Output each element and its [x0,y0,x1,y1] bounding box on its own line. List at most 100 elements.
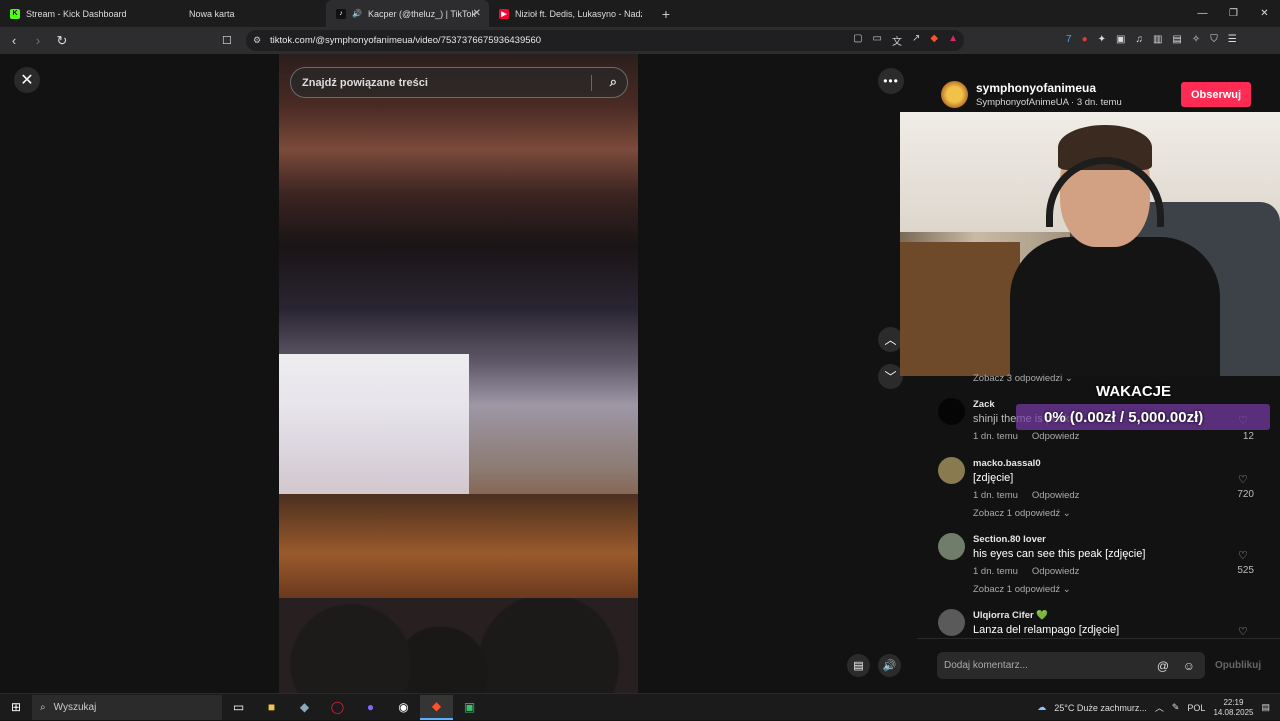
close-tab-icon[interactable]: ✕ [473,8,481,19]
taskbar-search[interactable]: ⌕ Wyszukaj [32,694,222,720]
tab-title: Nowa karta [189,8,235,19]
file-explorer-icon[interactable]: ■ [255,700,288,714]
close-video-button[interactable]: ✕ [14,67,40,93]
clock[interactable]: 22:19 14.08.2025 [1213,698,1253,718]
opera-icon[interactable]: ◯ [321,700,354,714]
like-icon[interactable]: ♡ [1238,549,1248,562]
screenshot-icon[interactable]: ▣ [1116,34,1125,45]
reload-icon[interactable]: ↻ [52,33,72,49]
comment-text: his eyes can see this peak [zdjęcie] [973,548,1146,560]
webcam-overlay [900,112,1280,376]
cast-icon[interactable]: ▭ [873,33,882,48]
sidebar-icon[interactable]: ▥ [1153,34,1162,45]
tab-kick[interactable]: K Stream - Kick Dashboard [0,0,163,27]
weather-text[interactable]: 25°C Duże zachmurz... [1054,703,1147,713]
mention-icon[interactable]: @ [1157,659,1169,673]
url-field[interactable]: ⚙ tiktok.com/@symphonyofanimeua/video/75… [246,30,964,51]
reply-link[interactable]: Odpowiedz [1032,490,1080,501]
comment-avatar[interactable] [938,533,965,560]
close-icon: ✕ [20,72,34,89]
see-replies-link[interactable]: Zobacz 1 odpowiedź ⌄ [973,584,1071,595]
new-tab-button[interactable]: + [654,6,678,22]
comment-author[interactable]: Section.80 lover [973,534,1046,545]
system-tray: ☁ 25°C Duże zachmurz... ︿ ✎ POL 22:19 14… [1037,694,1280,721]
author-avatar[interactable] [941,81,968,108]
minimize-button[interactable]: — [1187,0,1218,27]
discord-icon[interactable]: ● [354,700,387,714]
comment-meta: 1 dn. temu Odpowiedz [973,566,1079,577]
like-count: 12 [1242,431,1254,442]
reply-link[interactable]: Odpowiedz [1032,431,1080,442]
tiktok-icon: ♪ [336,8,346,19]
like-icon[interactable]: ♡ [1238,625,1248,638]
chevron-down-icon: ﹀ [884,370,897,384]
brave-browser-icon[interactable]: ◆ [420,694,453,720]
like-count: 525 [1237,565,1254,576]
extension-icon[interactable]: 7 [1066,34,1072,45]
menu-icon[interactable]: ☰ [1228,34,1237,45]
network-icon[interactable]: ✎ [1172,702,1180,713]
follow-button[interactable]: Obserwuj [1181,82,1251,107]
tab-tiktok[interactable]: ♪ 🔊 Kacper (@theluz_) | TikTok ✕ [326,0,489,27]
windows-start-icon[interactable]: ⊞ [0,700,32,714]
tab-title: Nizioł ft. Dedis, Lukasyno - Nadzieja [515,8,642,19]
comment-placeholder: Dodaj komentarz... [944,660,1028,671]
site-info-icon[interactable]: ⚙ [253,35,261,46]
close-window-button[interactable]: ✕ [1249,0,1280,27]
tray-overflow-icon[interactable]: ︿ [1155,701,1164,714]
obs-icon[interactable]: ◉ [387,700,420,714]
see-replies-link[interactable]: Zobacz 1 odpowiedź ⌄ [973,508,1071,519]
comment-input[interactable]: Dodaj komentarz... @ ☺ [937,652,1205,679]
url-actions: ▢ ▭ 文 ↗ ◆ ▲ [853,33,958,48]
extensions-icon[interactable]: ✦ [1098,34,1106,45]
task-view-icon[interactable]: ▭ [222,700,255,714]
address-bar-row: ‹ › ↻ ☐ ⚙ tiktok.com/@symphonyofanimeua/… [0,27,1280,54]
captions-button[interactable]: ▤ [847,654,870,677]
app-icon[interactable]: ◆ [288,700,321,714]
tab-youtube[interactable]: ▶ Nizioł ft. Dedis, Lukasyno - Nadzieja [489,0,652,27]
comment-time: 1 dn. temu [973,431,1018,442]
comment-avatar[interactable] [938,457,965,484]
brave-shield-icon[interactable]: ◆ [930,33,938,48]
publish-button[interactable]: Opublikuj [1215,660,1261,671]
related-search-input[interactable]: Znajdź powiązane treści ⌕ [290,67,628,98]
bookmark-icon[interactable]: ☐ [222,34,232,47]
comment-avatar[interactable] [938,609,965,636]
see-replies-link[interactable]: Zobacz 3 odpowiedzi ⌄ [973,373,1073,384]
search-placeholder: Znajdź powiązane treści [302,76,428,89]
comment-avatar[interactable] [938,398,965,425]
emoji-icon[interactable]: ☺ [1183,659,1195,673]
tab-new[interactable]: Nowa karta [163,0,326,27]
leo-ai-icon[interactable]: ✧ [1192,34,1200,45]
vpn-icon[interactable]: ⛉ [1210,34,1218,45]
comment-author[interactable]: Ulqiorra Cifer 💚 [973,610,1048,621]
reply-link[interactable]: Odpowiedz [1032,566,1080,577]
comment-author[interactable]: Zack [973,399,995,410]
clock-time: 22:19 [1223,697,1244,707]
language-indicator[interactable]: POL [1187,703,1205,713]
comment-author[interactable]: macko.bassal0 [973,458,1041,469]
video-player[interactable] [279,54,638,693]
media-icon[interactable]: ♫ [1135,34,1143,45]
tab-bar: K Stream - Kick Dashboard Nowa karta ♪ 🔊… [0,0,1280,27]
share-icon[interactable]: ↗ [912,33,920,48]
pip-icon[interactable]: ▢ [853,33,862,48]
app-icon[interactable]: ▣ [453,700,486,714]
brave-rewards-icon[interactable]: ▲ [948,33,958,48]
translate-icon[interactable]: 文 [892,33,902,48]
windows-taskbar: ⊞ ⌕ Wyszukaj ▭ ■ ◆ ◯ ● ◉ ◆ ▣ ☁ 25°C Duże… [0,693,1280,720]
like-icon[interactable]: ♡ [1238,473,1248,486]
search-icon[interactable]: ⌕ [610,74,617,90]
forward-icon[interactable]: › [28,33,48,48]
notifications-icon[interactable]: ▤ [1261,702,1270,713]
more-icon: ••• [883,74,899,88]
extension-icon[interactable]: ● [1082,34,1088,45]
comment-text: [zdjęcie] [973,472,1014,484]
more-options-button[interactable]: ••• [878,68,904,94]
volume-button[interactable]: 🔊 [878,654,901,677]
author-handle[interactable]: symphonyofanimeua [976,81,1096,95]
wallet-icon[interactable]: ▤ [1172,34,1181,45]
weather-icon[interactable]: ☁ [1037,702,1046,713]
restore-button[interactable]: ❐ [1218,0,1249,27]
back-icon[interactable]: ‹ [4,33,24,48]
